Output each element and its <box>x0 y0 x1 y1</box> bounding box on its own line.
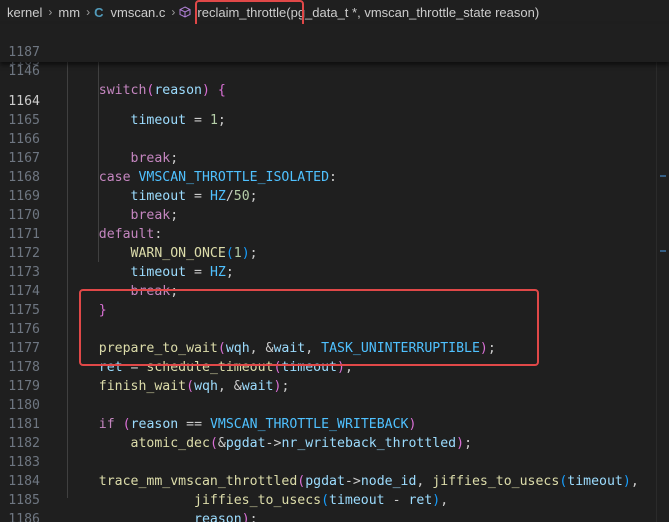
code-line[interactable]: 1171 WARN_ON_ONCE(1); <box>0 206 669 261</box>
line-number: 1146 <box>8 64 40 79</box>
chevron-right-icon: › <box>171 5 176 19</box>
code-text: switch(reason) { <box>98 83 226 98</box>
code-line[interactable]: 1170 default: <box>0 187 669 242</box>
c-file-icon: C <box>94 4 104 20</box>
code-line[interactable]: 1172 timeout = HZ; <box>0 225 669 280</box>
code-line[interactable]: 1182 <box>0 415 669 451</box>
code-line[interactable]: 1146 switch(reason) { <box>0 43 669 98</box>
code-line[interactable]: 1187 <box>0 510 669 522</box>
code-line[interactable]: 1173 break; <box>0 244 669 299</box>
function-cube-icon <box>179 6 191 18</box>
code-line[interactable]: 1168 timeout = HZ/50; <box>0 149 669 204</box>
code-line[interactable]: 1169 break; <box>0 168 669 223</box>
code-line[interactable]: 1185 reason); <box>0 472 669 522</box>
chevron-right-icon: › <box>86 5 91 19</box>
overview-ruler[interactable] <box>656 24 657 522</box>
code-line[interactable]: 1184 jiffies_to_usecs(timeout - ret), <box>0 453 669 508</box>
code-line[interactable]: 1166 break; <box>0 111 669 166</box>
scroll-marker <box>660 175 666 177</box>
code-line[interactable]: 1180 if (reason == VMSCAN_THROTTLE_WRITE… <box>0 377 669 432</box>
code-line[interactable]: 1163 <box>0 62 669 71</box>
breadcrumb-file[interactable]: vmscan.c <box>108 5 167 20</box>
sticky-scroll-header: 1187 1146 switch(reason) { <box>0 24 669 98</box>
code-line[interactable]: 1183 trace_mm_vmscan_throttled(pgdat->no… <box>0 434 669 489</box>
code-line[interactable]: 1167 case VMSCAN_THROTTLE_ISOLATED: <box>0 130 669 185</box>
breadcrumb: kernel › mm › C vmscan.c › reclaim_throt… <box>0 0 669 24</box>
breadcrumb-kernel[interactable]: kernel <box>5 5 44 20</box>
scroll-marker <box>660 250 666 252</box>
code-line[interactable]: 1174 } <box>0 263 669 318</box>
code-line[interactable]: 1181 atomic_dec(&pgdat->nr_writeback_thr… <box>0 396 669 451</box>
breadcrumb-mm[interactable]: mm <box>56 5 82 20</box>
code-highlight-box <box>79 289 539 366</box>
code-line[interactable]: 1187 <box>0 24 669 60</box>
code-line[interactable]: 1186 } <box>0 491 669 522</box>
chevron-right-icon: › <box>48 5 53 19</box>
